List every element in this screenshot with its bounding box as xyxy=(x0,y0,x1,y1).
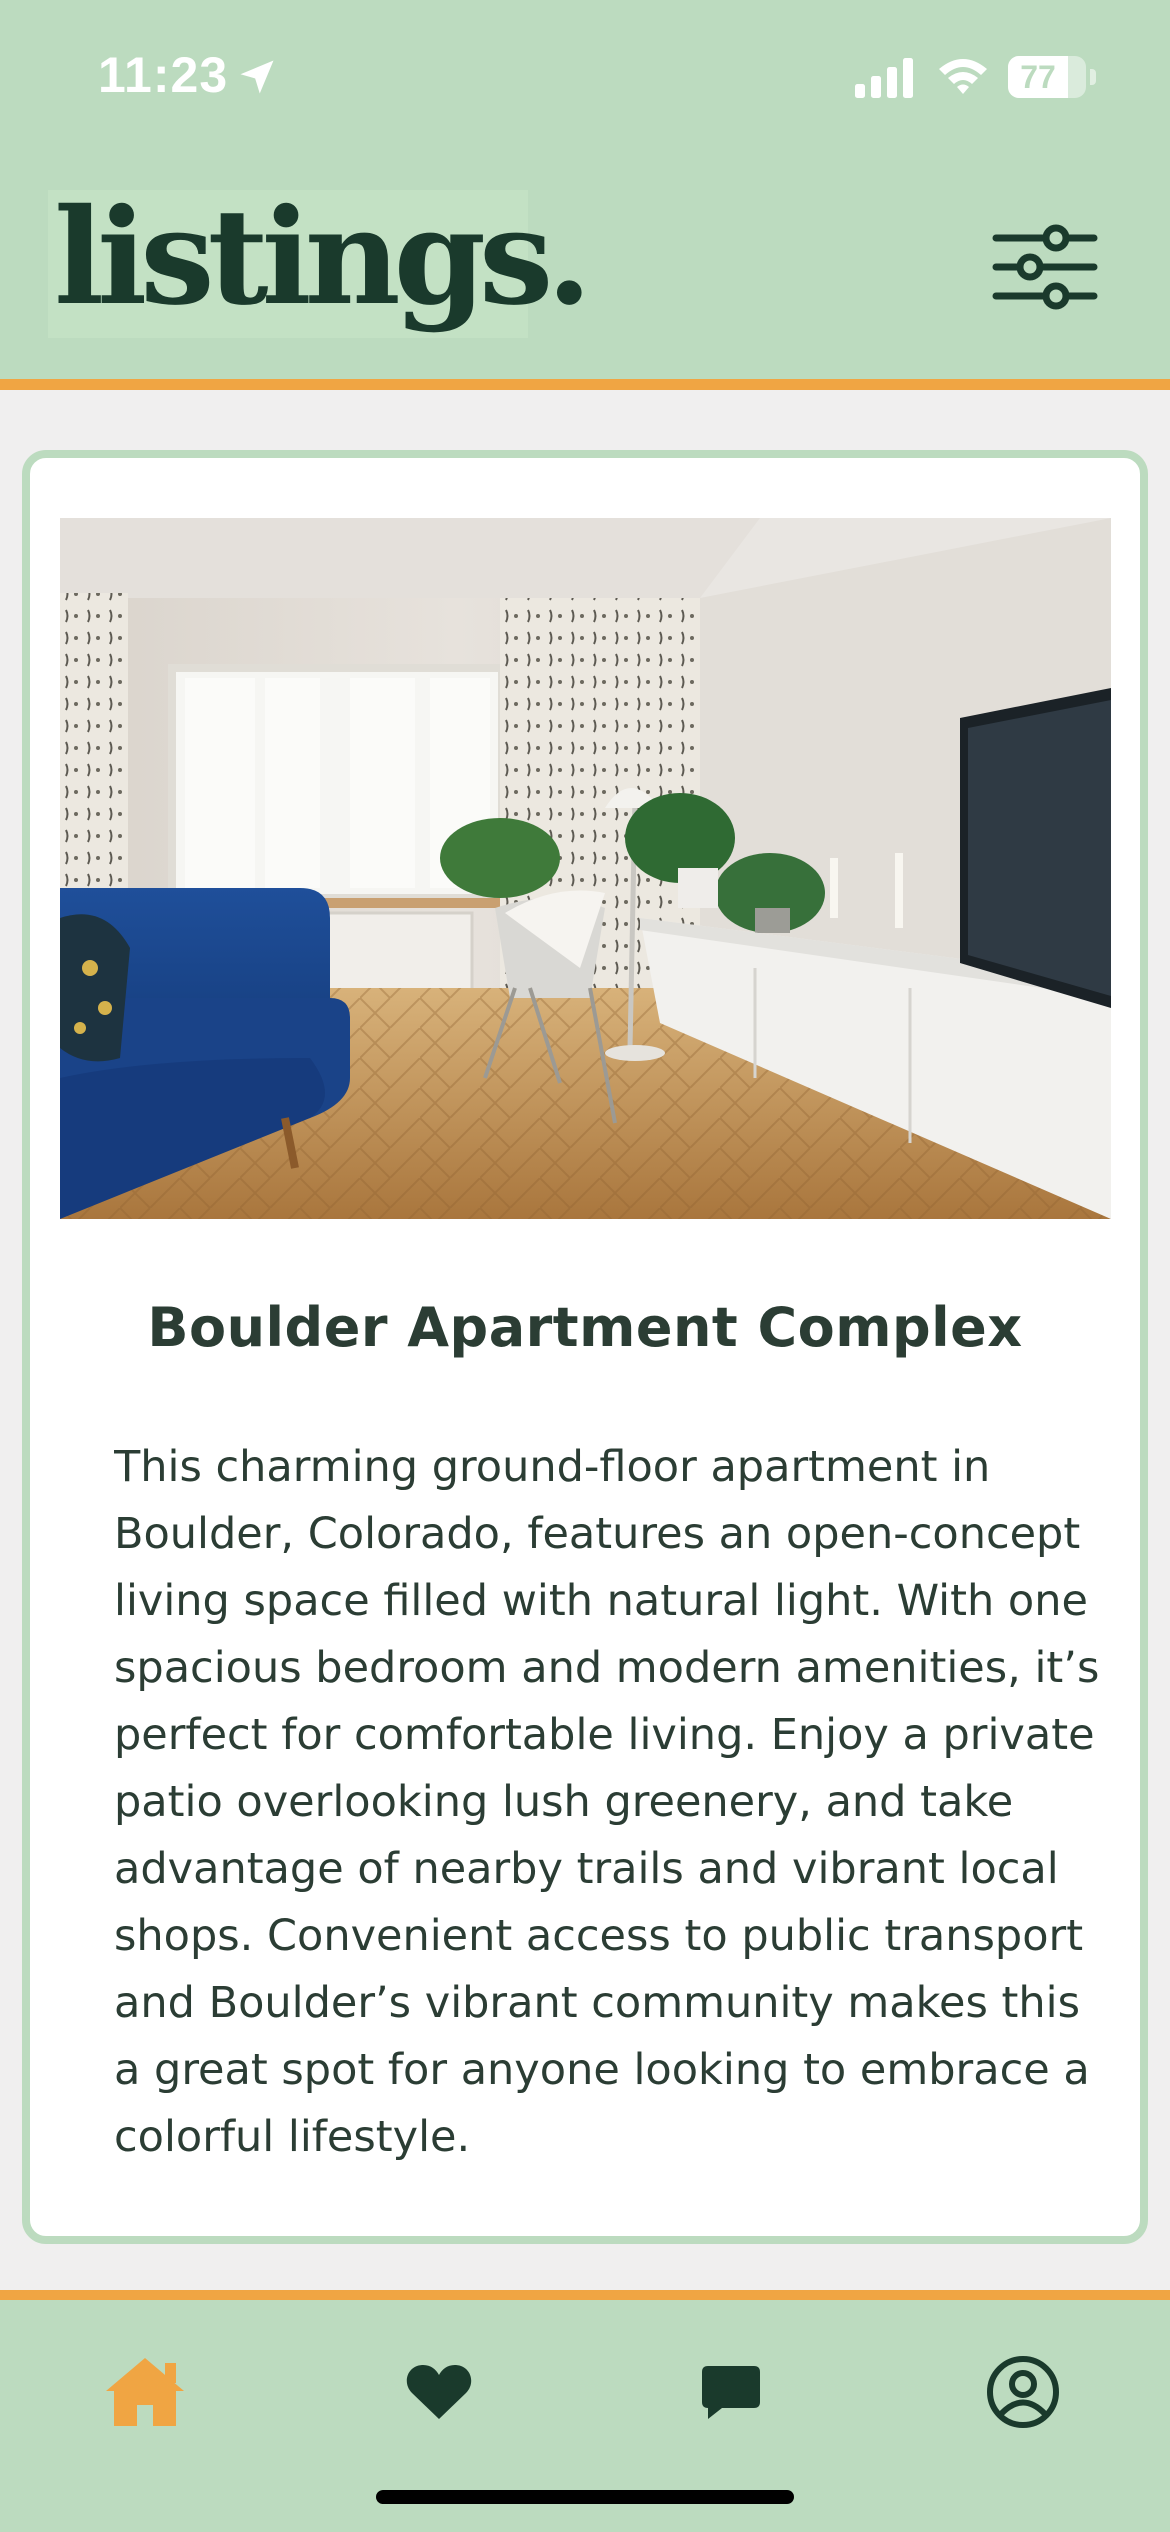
listing-description: This charming ground-floor apartment in … xyxy=(114,1442,1100,2162)
tab-messages[interactable] xyxy=(676,2342,786,2442)
status-bar: 11:23 77 xyxy=(0,0,1170,150)
tab-favorites[interactable] xyxy=(384,2342,494,2442)
top-header: 11:23 77 listings. xyxy=(0,0,1170,390)
location-arrow-icon xyxy=(240,60,274,94)
app-logo: listings. xyxy=(48,180,592,338)
home-indicator[interactable] xyxy=(376,2490,794,2504)
tab-profile[interactable] xyxy=(968,2342,1078,2442)
battery-icon: 77 xyxy=(1008,56,1096,98)
app-screen: 11:23 77 listings. Boulder Apartment Com… xyxy=(0,0,1170,2532)
listing-title[interactable]: Boulder Apartment Complex xyxy=(30,1296,1140,1359)
battery-nub xyxy=(1090,69,1096,85)
cellular-signal-icon xyxy=(855,58,913,98)
living-room-photo[interactable] xyxy=(60,518,1111,1219)
status-time: 11:23 xyxy=(98,47,229,103)
tab-home[interactable] xyxy=(90,2342,200,2442)
filter-button[interactable] xyxy=(990,222,1100,312)
heart-icon xyxy=(406,2364,472,2419)
wifi-icon xyxy=(939,59,987,94)
logo-text: listings. xyxy=(54,180,592,335)
user-circle-icon xyxy=(987,2356,1059,2428)
chat-bubble-icon xyxy=(702,2366,760,2419)
home-icon xyxy=(106,2358,184,2426)
battery-body: 77 xyxy=(1008,56,1086,98)
battery-percent: 77 xyxy=(1020,59,1056,95)
sliders-icon xyxy=(992,224,1098,310)
listing-card[interactable]: Boulder Apartment Complex This charming … xyxy=(22,450,1148,2244)
